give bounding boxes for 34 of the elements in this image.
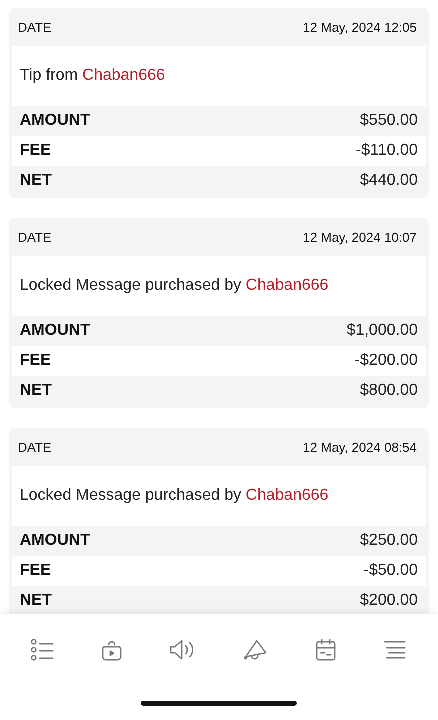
amount-value: $200.00 [360,592,418,610]
list-icon[interactable] [31,639,55,661]
date-value: 12 May, 2024 10:07 [303,230,417,244]
amount-value: $550.00 [360,112,418,130]
amount-value: -$200.00 [354,352,418,370]
amount-value: $250.00 [360,532,418,550]
date-label: DATE [18,20,52,34]
calendar-icon[interactable] [315,638,337,662]
username-link[interactable]: Chaban666 [246,277,329,294]
date-value: 12 May, 2024 08:54 [303,440,417,454]
amount-label: AMOUNT [20,532,90,550]
amount-label: FEE [20,142,52,160]
transaction-description: Locked Message purchased by Chaban666 [20,487,329,505]
date-label: DATE [18,230,52,244]
transaction-description: Tip from Chaban666 [20,67,166,85]
amount-value: $440.00 [360,172,418,190]
amount-label: AMOUNT [20,112,90,130]
amount-label: NET [20,172,52,190]
amount-value: -$50.00 [364,562,418,580]
amount-label: FEE [20,562,52,580]
amount-label: NET [20,592,52,610]
transaction-description: Locked Message purchased by Chaban666 [20,277,329,295]
menu-icon[interactable] [383,640,407,660]
amount-value: $800.00 [360,382,418,400]
megaphone-icon[interactable] [243,638,269,662]
amount-value: -$110.00 [356,142,418,160]
date-value: 12 May, 2024 12:05 [303,20,417,34]
username-link[interactable]: Chaban666 [82,67,166,84]
amount-label: FEE [20,352,52,370]
amount-label: NET [20,382,52,400]
amount-value: $1,000.00 [346,322,418,340]
amount-label: AMOUNT [20,322,90,340]
username-link[interactable]: Chaban666 [246,487,329,504]
date-label: DATE [18,440,52,454]
